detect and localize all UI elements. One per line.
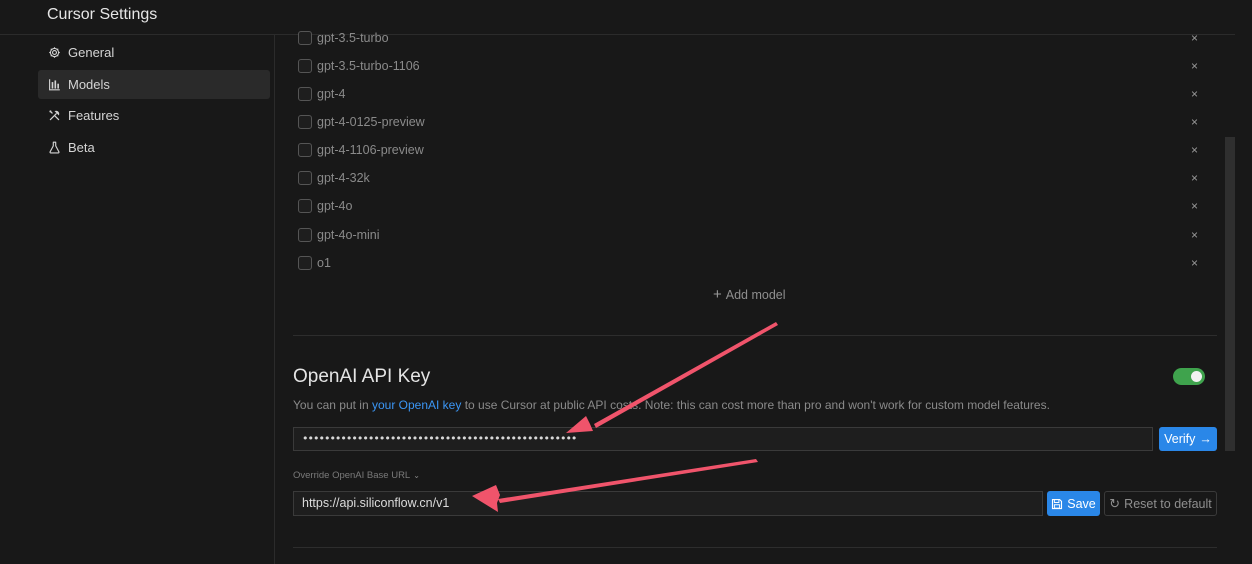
sidebar-item-general[interactable]: General — [38, 38, 270, 67]
save-icon — [1051, 498, 1063, 510]
sidebar-item-label: Models — [68, 76, 110, 92]
plus-icon: + — [713, 286, 722, 303]
model-row: gpt-4o-mini × — [298, 225, 1210, 245]
model-name: gpt-4o-mini — [317, 228, 380, 242]
model-row: gpt-3.5-turbo-1106 × — [298, 56, 1210, 76]
desc-suffix: to use Cursor at public API costs. Note:… — [461, 398, 1050, 412]
reset-label: Reset to default — [1124, 496, 1212, 511]
tools-icon — [47, 109, 61, 123]
bar-chart-icon — [47, 77, 61, 91]
remove-model-icon[interactable]: × — [1191, 171, 1198, 185]
model-name: gpt-4 — [317, 87, 346, 101]
sidebar-item-models[interactable]: Models — [38, 69, 270, 99]
model-name: gpt-4-1106-preview — [317, 143, 424, 157]
sidebar-divider — [274, 35, 275, 564]
model-row: gpt-4-1106-preview × — [298, 140, 1210, 160]
model-checkbox[interactable] — [298, 87, 312, 101]
openai-key-link[interactable]: your OpenAI key — [372, 398, 461, 412]
model-row: gpt-3.5-turbo × — [298, 28, 1210, 48]
base-url-input[interactable]: https://api.siliconflow.cn/v1 — [293, 491, 1043, 516]
chevron-down-icon: ⌄ — [413, 471, 420, 480]
sidebar-item-label: Beta — [68, 139, 95, 155]
window-title: Cursor Settings — [47, 6, 158, 23]
openai-section-title: OpenAI API Key — [293, 366, 431, 387]
model-checkbox[interactable] — [298, 256, 312, 270]
remove-model-icon[interactable]: × — [1191, 115, 1198, 129]
model-name: gpt-3.5-turbo-1106 — [317, 59, 420, 73]
annotation-arrow-api-key — [566, 322, 778, 433]
model-row: gpt-4-32k × — [298, 168, 1210, 188]
model-row: gpt-4o × — [298, 196, 1210, 216]
model-name: gpt-3.5-turbo — [317, 31, 389, 45]
flask-icon — [47, 140, 61, 154]
openai-description: You can put in your OpenAI key to use Cu… — [293, 398, 1050, 412]
scrollbar-thumb[interactable] — [1225, 137, 1235, 451]
sidebar-item-features[interactable]: Features — [38, 101, 270, 130]
section-divider — [293, 547, 1217, 548]
save-label: Save — [1067, 496, 1096, 511]
remove-model-icon[interactable]: × — [1191, 87, 1198, 101]
remove-model-icon[interactable]: × — [1191, 256, 1198, 270]
model-name: gpt-4o — [317, 199, 353, 213]
model-row: gpt-4-0125-preview × — [298, 112, 1210, 132]
openai-key-toggle[interactable] — [1173, 368, 1205, 385]
model-checkbox[interactable] — [298, 31, 312, 45]
remove-model-icon[interactable]: × — [1191, 143, 1198, 157]
model-name: gpt-4-0125-preview — [317, 115, 425, 129]
model-name: gpt-4-32k — [317, 171, 370, 185]
sidebar-item-label: Features — [68, 108, 120, 123]
remove-model-icon[interactable]: × — [1191, 31, 1198, 45]
override-base-url-toggle[interactable]: Override OpenAI Base URL ⌄ — [293, 470, 420, 481]
desc-prefix: You can put in — [293, 398, 372, 412]
sidebar-item-label: General — [68, 45, 115, 60]
save-button[interactable]: Save — [1047, 491, 1100, 516]
model-checkbox[interactable] — [298, 143, 312, 157]
gear-icon — [47, 46, 61, 60]
add-model-label: Add model — [725, 287, 786, 302]
settings-sidebar: General Models Features Beta — [38, 38, 270, 164]
sidebar-item-beta[interactable]: Beta — [38, 133, 270, 162]
model-name: o1 — [317, 256, 331, 270]
model-checkbox[interactable] — [298, 59, 312, 73]
verify-button[interactable]: Verify → — [1159, 427, 1217, 451]
toggle-knob — [1191, 371, 1202, 382]
model-row: o1 × — [298, 253, 1210, 273]
model-checkbox[interactable] — [298, 115, 312, 129]
model-checkbox[interactable] — [298, 228, 312, 242]
reset-to-default-button[interactable]: ↻ Reset to default — [1104, 491, 1217, 516]
model-row: gpt-4 × — [298, 84, 1210, 104]
section-divider — [293, 335, 1217, 336]
model-checkbox[interactable] — [298, 171, 312, 185]
verify-label: Verify — [1164, 432, 1196, 446]
add-model-button[interactable]: + Add model — [713, 286, 786, 303]
remove-model-icon[interactable]: × — [1191, 59, 1198, 73]
model-checkbox[interactable] — [298, 199, 312, 213]
reset-icon: ↻ — [1109, 495, 1121, 511]
arrow-right-icon: → — [1199, 432, 1212, 446]
remove-model-icon[interactable]: × — [1191, 199, 1198, 213]
remove-model-icon[interactable]: × — [1191, 228, 1198, 242]
override-label: Override OpenAI Base URL — [293, 470, 411, 481]
api-key-input[interactable]: ••••••••••••••••••••••••••••••••••••••••… — [293, 427, 1153, 451]
